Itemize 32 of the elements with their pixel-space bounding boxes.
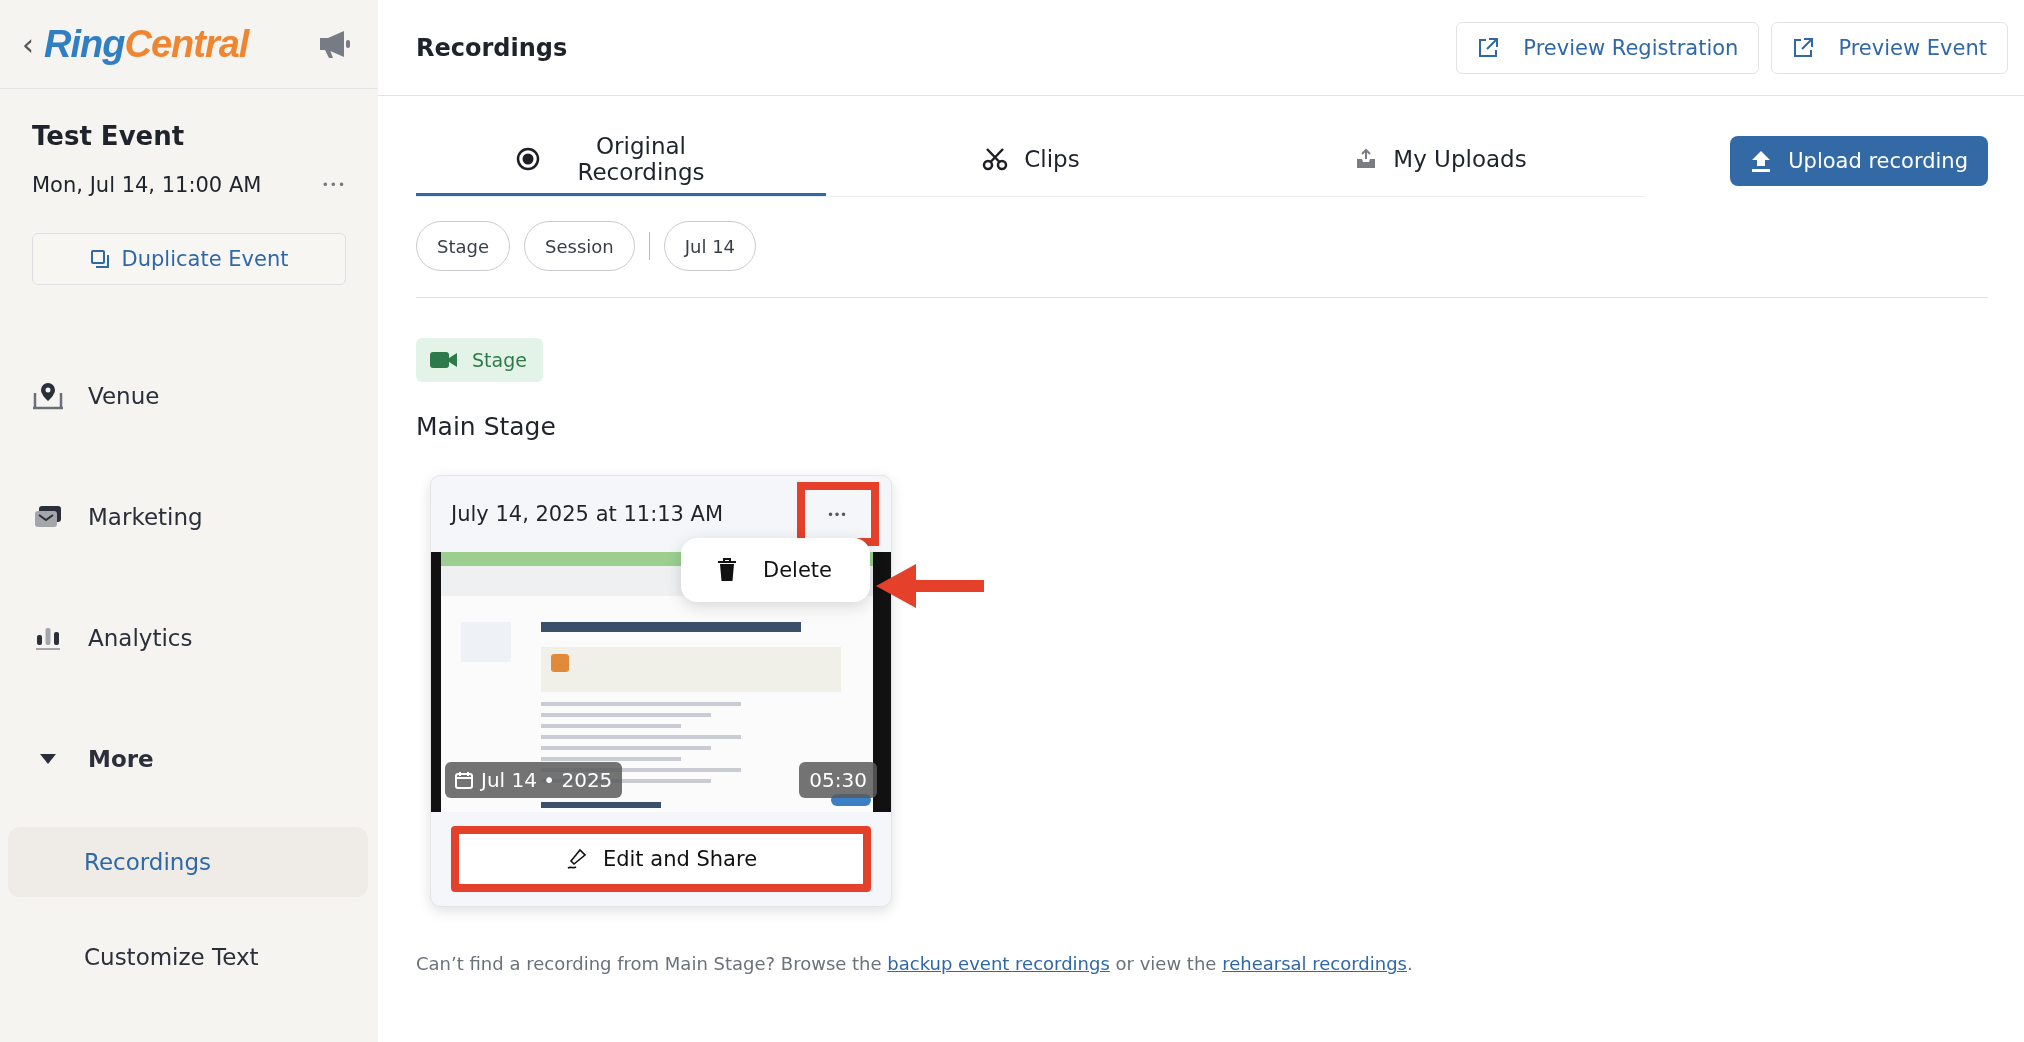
preview-button[interactable]: Preview Registration bbox=[1456, 21, 1760, 74]
sidebar-item[interactable]: Analytics bbox=[0, 577, 378, 698]
duration: 05:30 bbox=[799, 762, 877, 798]
page-title: Recordings bbox=[416, 33, 569, 62]
event-date: Mon, Jul 14, 11:00 AM bbox=[32, 173, 262, 197]
tab[interactable]: Clips bbox=[826, 124, 1236, 196]
rehearsal-recordings-link[interactable]: rehearsal recordings bbox=[1222, 953, 1407, 974]
recording-date: Jul 14 • 2025 bbox=[445, 762, 623, 798]
back-link[interactable]: ‹ bbox=[22, 26, 34, 62]
delete-menu-item[interactable]: Delete bbox=[681, 546, 870, 594]
backup-recordings-link[interactable]: backup event recordings bbox=[887, 953, 1110, 974]
upload-recording-button[interactable]: Upload recording bbox=[1730, 135, 1988, 186]
event-title: Test Event bbox=[32, 121, 186, 151]
section-title: Main Stage bbox=[416, 412, 557, 441]
tab[interactable]: My Uploads bbox=[1236, 124, 1646, 196]
filter-chip[interactable]: Jul 14 bbox=[663, 221, 757, 271]
filter-chip[interactable]: Session bbox=[524, 221, 635, 271]
duplicate-event-button[interactable]: Duplicate Event bbox=[32, 233, 346, 285]
logo: RingCentral bbox=[44, 22, 251, 66]
sidebar-subitem[interactable]: Recordings bbox=[8, 827, 368, 897]
sidebar-item[interactable]: More bbox=[0, 698, 378, 819]
recording-timestamp: July 14, 2025 at 11:13 AM bbox=[451, 502, 724, 526]
sidebar-item[interactable]: Venue bbox=[0, 335, 378, 456]
filter-chip[interactable]: Stage bbox=[416, 221, 510, 271]
more-options-button[interactable]: ••• bbox=[321, 178, 346, 192]
tab[interactable]: Original Recordings bbox=[416, 124, 826, 196]
sidebar-subitem[interactable]: Customize Text bbox=[8, 922, 368, 992]
edit-and-share-button[interactable]: Edit and Share bbox=[451, 826, 871, 892]
sidebar-item[interactable]: Marketing bbox=[0, 456, 378, 577]
preview-button[interactable]: Preview Event bbox=[1771, 21, 2008, 74]
help-text: Can’t find a recording from Main Stage? Browse the backup event recordings or view the rehearsal recordings. bbox=[416, 953, 1414, 974]
stage-badge: Stage bbox=[416, 338, 543, 382]
